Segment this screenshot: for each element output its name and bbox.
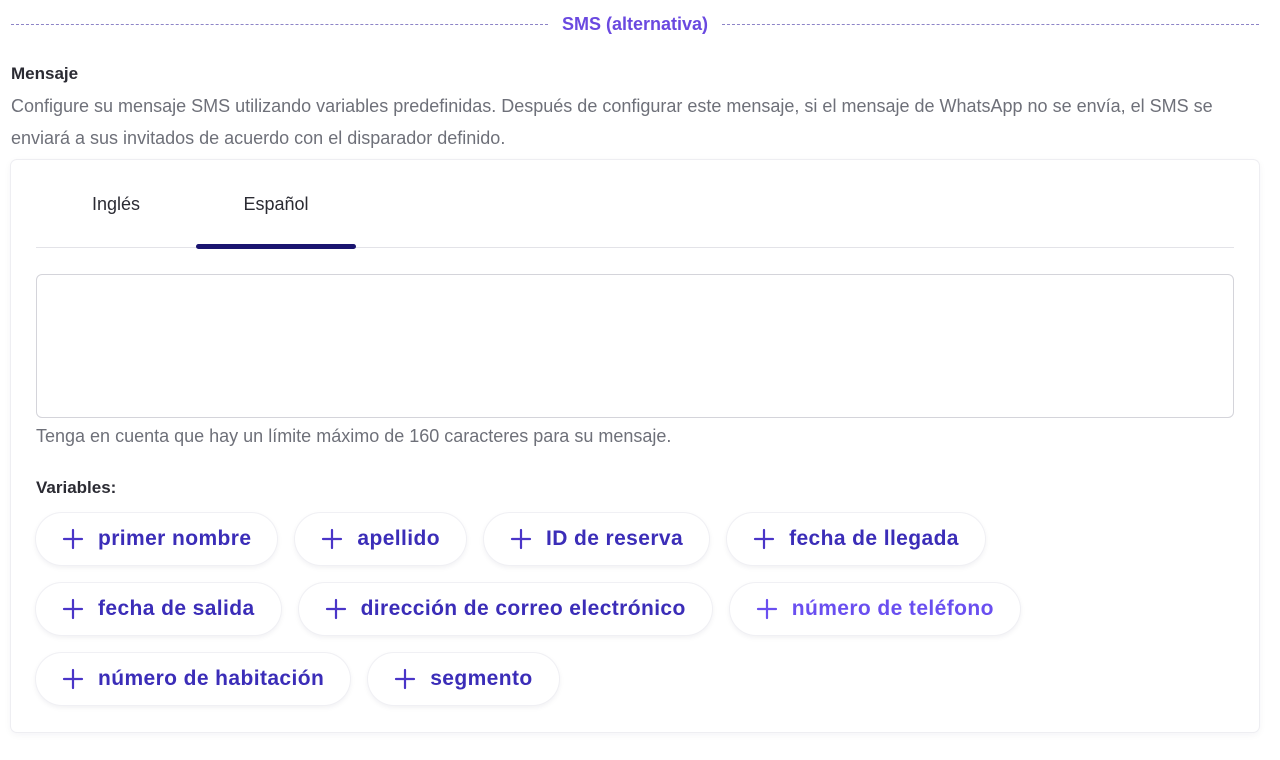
variable-chip-label: apellido <box>357 527 440 550</box>
variable-chip-segmento[interactable]: segmento <box>368 653 559 705</box>
plus-icon <box>510 528 532 550</box>
variable-chip-numero-habitacion[interactable]: número de habitación <box>36 653 351 705</box>
tab-espanol[interactable]: Español <box>196 160 356 249</box>
variable-chip-primer-nombre[interactable]: primer nombre <box>36 513 278 565</box>
variable-chip-list: primer nombre apellido ID de reserva fec… <box>36 513 1234 705</box>
variable-chip-label: primer nombre <box>98 527 252 550</box>
variable-chip-label: fecha de llegada <box>789 527 959 550</box>
plus-icon <box>62 598 84 620</box>
variables-label: Variables: <box>36 478 117 497</box>
tab-ingles[interactable]: Inglés <box>36 160 196 248</box>
language-tabs: Inglés Español <box>36 160 1234 249</box>
plus-icon <box>753 528 775 550</box>
variable-chip-label: segmento <box>430 667 533 690</box>
variable-chip-fecha-salida[interactable]: fecha de salida <box>36 583 281 635</box>
variable-chip-id-reserva[interactable]: ID de reserva <box>483 513 710 565</box>
variable-chip-fecha-llegada[interactable]: fecha de llegada <box>727 513 985 565</box>
plus-icon <box>62 528 84 550</box>
section-title: SMS (alternativa) <box>561 13 709 34</box>
plus-icon <box>62 668 84 690</box>
message-description: Configure su mensaje SMS utilizando vari… <box>11 96 1213 148</box>
message-label: Mensaje <box>11 64 79 83</box>
sms-message-input[interactable] <box>36 274 1234 418</box>
variable-chip-correo-electronico[interactable]: dirección de correo electrónico <box>298 583 712 635</box>
variable-chip-label: número de habitación <box>98 667 325 690</box>
plus-icon <box>325 598 346 620</box>
plus-icon <box>395 668 416 690</box>
plus-icon <box>756 598 777 620</box>
sms-editor-card: Inglés Español Tenga en cuenta que hay u… <box>11 160 1259 732</box>
variable-chip-label: dirección de correo electrónico <box>360 597 686 620</box>
divider-line-left <box>11 23 548 25</box>
divider-line-right <box>722 23 1260 25</box>
variable-chip-label: número de teléfono <box>791 597 994 620</box>
variable-chip-label: fecha de salida <box>98 597 255 620</box>
variable-chip-apellido[interactable]: apellido <box>295 513 466 565</box>
variable-chip-numero-telefono[interactable]: número de teléfono <box>729 583 1020 635</box>
plus-icon <box>322 528 343 550</box>
character-limit-hint: Tenga en cuenta que hay un límite máximo… <box>36 426 672 446</box>
variable-chip-label: ID de reserva <box>545 527 684 550</box>
section-divider: SMS (alternativa) <box>11 12 1260 36</box>
